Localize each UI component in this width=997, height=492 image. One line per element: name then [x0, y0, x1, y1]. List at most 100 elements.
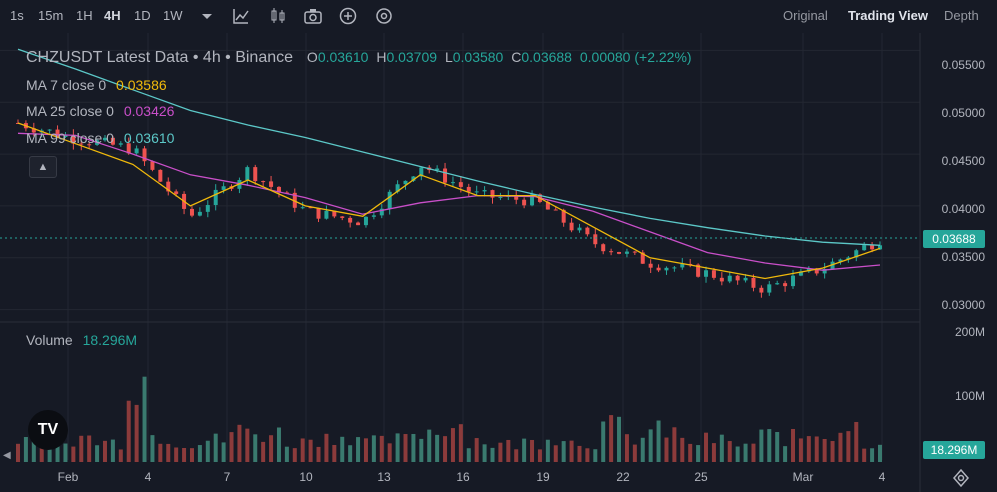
volume-bar	[63, 443, 68, 462]
volume-bar	[854, 421, 859, 462]
candle-body	[569, 222, 574, 231]
date-tick: Mar	[792, 470, 814, 484]
volume-bar	[102, 440, 107, 462]
candle-body	[617, 251, 622, 254]
volume-bar	[197, 445, 202, 462]
last-volume-badge: 18.296M	[923, 441, 985, 459]
volume-bar	[553, 445, 558, 462]
volume-bar	[450, 428, 455, 462]
volume-bar	[617, 416, 622, 462]
volume-bar	[537, 449, 542, 462]
volume-bar	[213, 433, 218, 462]
ma7-value: 0.03586	[116, 77, 167, 93]
date-tick: 10	[299, 470, 313, 484]
candles	[16, 119, 882, 298]
volume-bar	[292, 448, 297, 462]
volume-bar	[158, 443, 163, 462]
candle-body	[348, 217, 353, 223]
volume-bar	[672, 427, 677, 462]
candle-body	[601, 244, 606, 252]
volume-bar	[435, 434, 440, 462]
candle-body	[585, 227, 590, 235]
high-value: 0.03709	[386, 49, 438, 65]
date-tick: 7	[223, 470, 231, 484]
price-tick: 0.05500	[941, 58, 985, 72]
last-price-badge: 0.03688	[923, 230, 985, 248]
candle-body	[450, 182, 455, 184]
volume-bar	[142, 376, 147, 462]
volume-bar	[585, 448, 590, 462]
price-chart[interactable]	[0, 0, 997, 492]
legend-ma99: MA 99 close 0 0.03610	[26, 130, 174, 146]
volume-bar	[403, 434, 408, 462]
volume-tick: 100M	[954, 389, 985, 403]
volume-bar	[427, 429, 432, 462]
volume-bar	[189, 448, 194, 462]
volume-bar	[110, 439, 115, 462]
volume-bar	[506, 439, 511, 462]
candle-body	[458, 182, 463, 187]
legend-volume: Volume 18.296M	[26, 332, 137, 348]
volume-bar	[624, 434, 629, 462]
volume-bar	[751, 443, 756, 462]
candle-body	[870, 245, 875, 250]
ma7-label: MA 7 close 0	[26, 77, 107, 93]
candle-body	[759, 287, 764, 293]
volume-bar	[735, 446, 740, 462]
candle-body	[324, 210, 329, 219]
candle-body	[735, 275, 740, 281]
volume-bar	[514, 449, 519, 462]
volume-bar	[862, 448, 867, 462]
candle-body	[150, 161, 155, 170]
volume-bar	[395, 433, 400, 462]
volume-bar	[482, 444, 487, 462]
volume-bar	[237, 424, 242, 462]
change-value: 0.00080 (+2.22%)	[579, 49, 692, 65]
candle-body	[577, 227, 582, 231]
volume-bar	[830, 441, 835, 462]
volume-value: 18.296M	[82, 332, 138, 348]
volume-bar	[371, 435, 376, 462]
candle-body	[767, 284, 772, 293]
chart-settings-icon[interactable]	[951, 468, 971, 488]
chart-grid	[0, 33, 920, 460]
legend-ma7: MA 7 close 0 0.03586	[26, 77, 167, 93]
volume-bar	[269, 435, 274, 462]
collapse-legend-button[interactable]: ▲	[29, 156, 57, 178]
candle-body	[751, 277, 756, 288]
candle-body	[593, 234, 598, 245]
close-label: C	[511, 49, 522, 65]
candle-body	[664, 267, 669, 271]
volume-bar	[182, 447, 187, 462]
volume-bar	[253, 434, 258, 462]
candle-body	[862, 245, 867, 251]
volume-bar	[316, 446, 321, 462]
volume-bar	[443, 436, 448, 462]
candle-body	[134, 148, 139, 154]
volume-bar	[229, 432, 234, 462]
volume-bar	[648, 429, 653, 462]
volume-bar	[166, 443, 171, 462]
date-tick: 16	[456, 470, 470, 484]
candle-body	[553, 209, 558, 211]
candle-body	[727, 275, 732, 282]
candle-body	[253, 167, 258, 182]
volume-bar	[664, 437, 669, 462]
date-tick: 4	[878, 470, 886, 484]
volume-bar	[324, 433, 329, 462]
candle-body	[340, 216, 345, 218]
volume-bars	[16, 376, 882, 462]
volume-bar	[466, 448, 471, 462]
volume-bar	[308, 439, 313, 462]
ma25-label: MA 25 close 0	[26, 103, 114, 119]
volume-bar	[640, 437, 645, 462]
scroll-left-icon[interactable]: ◀	[3, 450, 11, 461]
legend-ma25: MA 25 close 0 0.03426	[26, 103, 174, 119]
volume-bar	[419, 438, 424, 462]
volume-bar	[79, 435, 84, 462]
candle-body	[632, 251, 637, 253]
volume-bar	[593, 449, 598, 462]
volume-bar	[609, 415, 614, 462]
volume-bar	[411, 433, 416, 462]
date-tick: 19	[536, 470, 550, 484]
